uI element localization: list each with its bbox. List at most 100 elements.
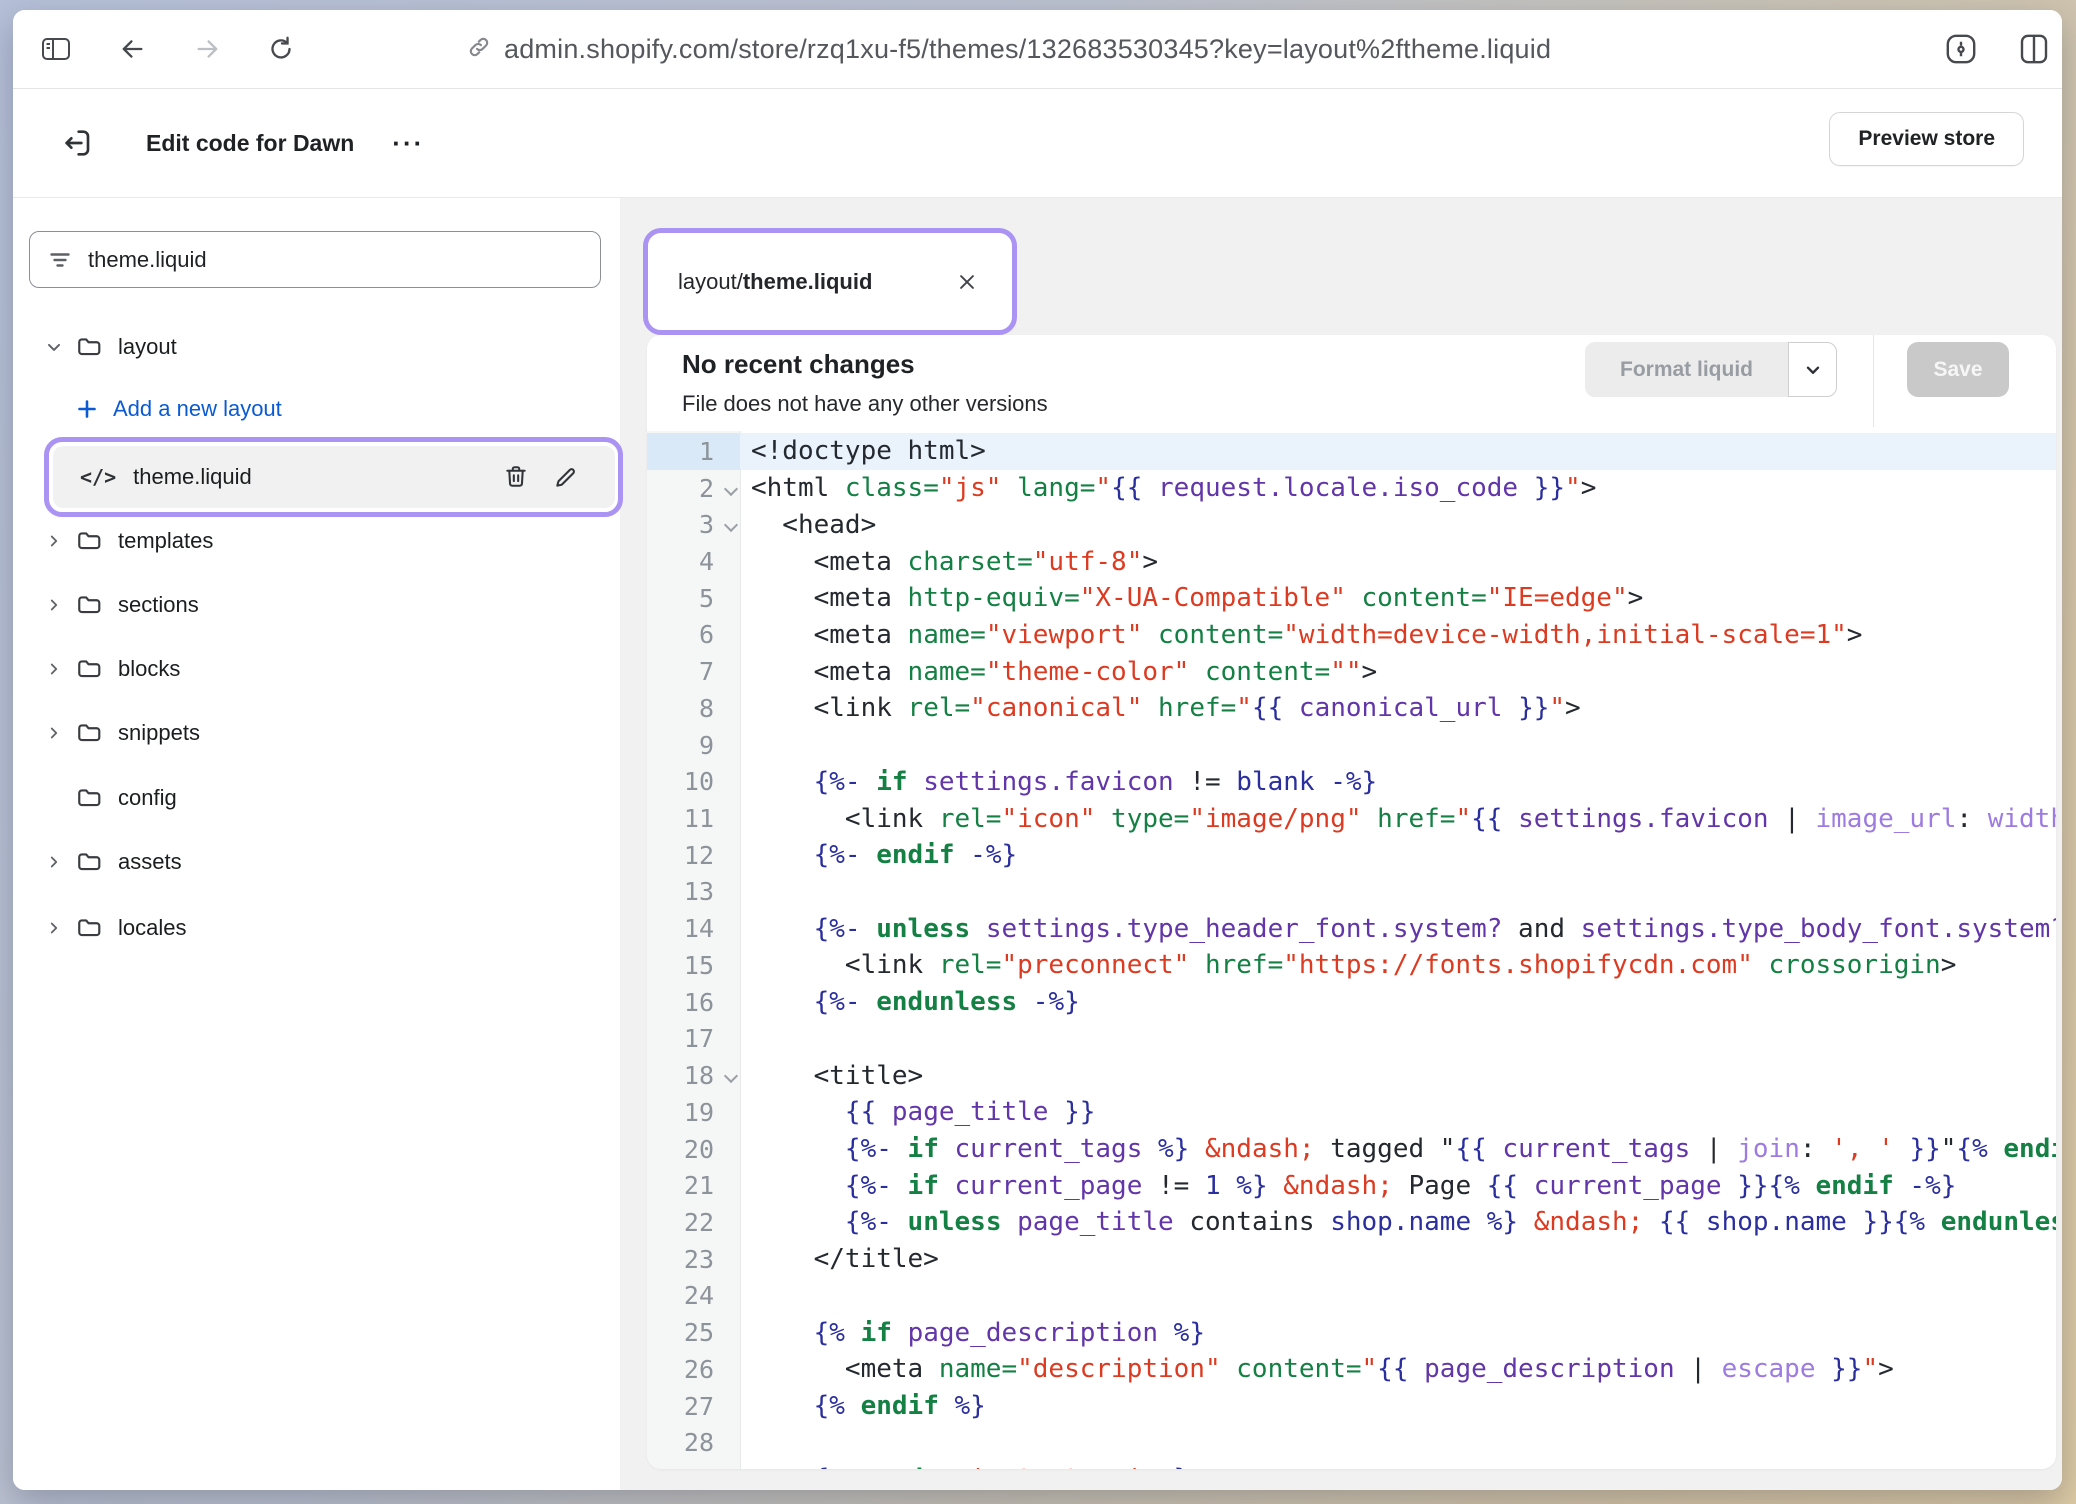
line-number[interactable]: 28 [647,1424,740,1461]
code-line[interactable]: 26 <meta name="description" content="{{ … [647,1351,2056,1388]
save-button[interactable]: Save [1907,342,2009,397]
sidebar-item-layout[interactable]: layout [13,322,620,372]
sidebar-item-blocks[interactable]: blocks [13,644,620,694]
chevron-down-icon[interactable] [37,337,71,357]
back-icon[interactable] [117,10,147,88]
split-view-icon[interactable] [2017,10,2051,88]
search-input[interactable] [88,247,568,273]
sidebar-item-snippets[interactable]: snippets [13,708,620,758]
line-number[interactable]: 16 [647,984,740,1021]
line-number[interactable]: 22 [647,1204,740,1241]
code-line[interactable]: 19 {{ page_title }} [647,1094,2056,1131]
sidebar-item-locales[interactable]: locales [13,903,620,953]
line-number[interactable]: 10 [647,763,740,800]
sidebar-item-config[interactable]: config [13,773,620,823]
code-line[interactable]: 20 {%- if current_tags %} &ndash; tagged… [647,1131,2056,1168]
sidebar-item-sections[interactable]: sections [13,580,620,630]
address-bar[interactable]: admin.shopify.com/store/rzq1xu-f5/themes… [466,10,1551,88]
line-number[interactable]: 19 [647,1094,740,1131]
line-number[interactable]: 12 [647,837,740,874]
line-number[interactable]: 2 [647,470,740,507]
code-editor[interactable]: 1<!doctype html>2<html class="js" lang="… [647,431,2056,1469]
line-number[interactable]: 21 [647,1167,740,1204]
page-settings-icon[interactable] [1943,10,1979,88]
line-number[interactable]: 23 [647,1241,740,1278]
fold-chevron-icon[interactable] [725,484,736,495]
code-line[interactable]: 8 <link rel="canonical" href="{{ canonic… [647,690,2056,727]
line-number[interactable]: 18 [647,1057,740,1094]
format-liquid-button[interactable]: Format liquid [1585,342,1788,397]
line-number[interactable]: 29 [647,1461,740,1469]
line-number[interactable]: 9 [647,727,740,764]
forward-icon[interactable] [193,10,223,88]
app-header: Edit code for Dawn ··· Preview store [13,89,2062,198]
fold-chevron-icon[interactable] [725,1071,736,1082]
code-line[interactable]: 12 {%- endif -%} [647,837,2056,874]
code-line[interactable]: 28 [647,1424,2056,1461]
chevron-right-icon[interactable] [37,723,71,743]
format-options-dropdown[interactable] [1788,342,1837,397]
code-line[interactable]: 1<!doctype html> [647,433,2056,470]
code-line[interactable]: 13 [647,874,2056,911]
code-line[interactable]: 9 [647,727,2056,764]
line-number[interactable]: 7 [647,653,740,690]
code-line[interactable]: 5 <meta http-equiv="X-UA-Compatible" con… [647,580,2056,617]
code-line[interactable]: 27 {% endif %} [647,1388,2056,1425]
line-number[interactable]: 20 [647,1131,740,1168]
line-number[interactable]: 14 [647,910,740,947]
code-line[interactable]: 6 <meta name="viewport" content="width=d… [647,617,2056,654]
exit-editor-icon[interactable] [62,127,94,159]
rename-file-icon[interactable] [552,463,580,491]
code-line[interactable]: 24 [647,1278,2056,1315]
line-number[interactable]: 3 [647,506,740,543]
line-number[interactable]: 24 [647,1278,740,1315]
code-line[interactable]: 18 <title> [647,1057,2056,1094]
code-line[interactable]: 29 {% render 'meta-tags' %} [647,1461,2056,1469]
code-line[interactable]: 15 <link rel="preconnect" href="https://… [647,947,2056,984]
code-line[interactable]: 21 {%- if current_page != 1 %} &ndash; P… [647,1167,2056,1204]
code-line[interactable]: 23 </title> [647,1241,2056,1278]
add-new-layout-link[interactable]: Add a new layout [13,384,620,434]
line-number[interactable]: 17 [647,1021,740,1058]
line-number[interactable]: 8 [647,690,740,727]
delete-file-icon[interactable] [502,463,530,491]
line-number[interactable]: 26 [647,1351,740,1388]
code-line[interactable]: 14 {%- unless settings.type_header_font.… [647,910,2056,947]
sidebar-toggle-icon[interactable] [41,10,71,88]
tab-layout-theme-liquid[interactable]: layout/ theme.liquid [678,233,984,330]
close-tab-icon[interactable] [950,265,984,299]
code-line[interactable]: 22 {%- unless page_title contains shop.n… [647,1204,2056,1241]
chevron-right-icon[interactable] [37,918,71,938]
code-text: <link rel="preconnect" href="https://fon… [740,950,1956,980]
chevron-right-icon[interactable] [37,595,71,615]
line-number[interactable]: 4 [647,543,740,580]
line-number[interactable]: 1 [647,433,740,470]
code-line[interactable]: 25 {% if page_description %} [647,1314,2056,1351]
code-line[interactable]: 10 {%- if settings.favicon != blank -%} [647,763,2056,800]
overflow-menu-icon[interactable]: ··· [392,130,424,156]
chevron-right-icon[interactable] [37,659,71,679]
line-number[interactable]: 15 [647,947,740,984]
line-number[interactable]: 27 [647,1388,740,1425]
code-line[interactable]: 16 {%- endunless -%} [647,984,2056,1021]
line-number[interactable]: 6 [647,617,740,654]
fold-chevron-icon[interactable] [725,520,736,531]
reload-icon[interactable] [267,10,295,88]
line-number[interactable]: 11 [647,800,740,837]
code-line[interactable]: 11 <link rel="icon" type="image/png" hre… [647,800,2056,837]
chevron-right-icon[interactable] [37,852,71,872]
sidebar-item-theme-liquid[interactable]: </> theme.liquid [53,446,615,508]
sidebar-item-templates[interactable]: templates [13,516,620,566]
line-number[interactable]: 5 [647,580,740,617]
code-line[interactable]: 7 <meta name="theme-color" content=""> [647,653,2056,690]
code-line[interactable]: 2<html class="js" lang="{{ request.local… [647,470,2056,507]
preview-store-button[interactable]: Preview store [1829,112,2024,166]
code-line[interactable]: 3 <head> [647,506,2056,543]
code-line[interactable]: 4 <meta charset="utf-8"> [647,543,2056,580]
line-number[interactable]: 25 [647,1314,740,1351]
chevron-right-icon[interactable] [37,531,71,551]
sidebar-item-assets[interactable]: assets [13,837,620,887]
line-number[interactable]: 13 [647,874,740,911]
code-line[interactable]: 17 [647,1021,2056,1058]
file-search[interactable] [29,231,601,288]
